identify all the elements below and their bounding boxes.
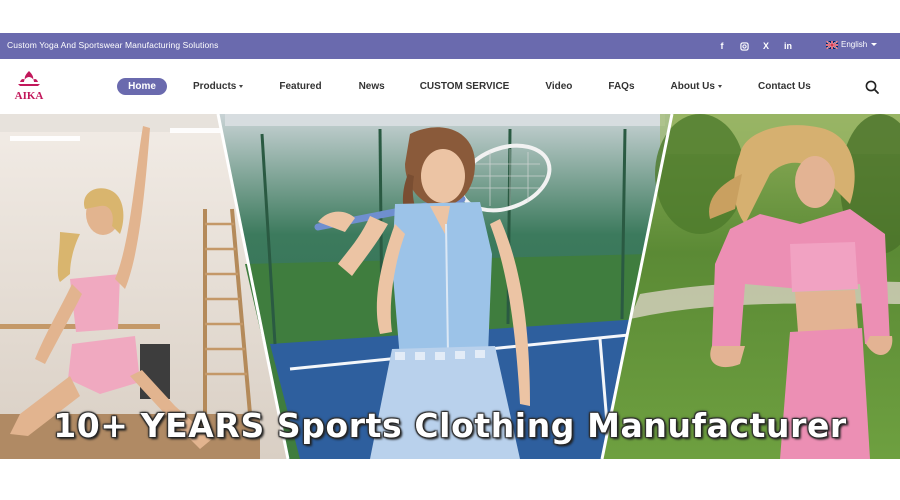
page: Custom Yoga And Sportswear Manufacturing… (0, 0, 900, 500)
top-bar: Custom Yoga And Sportswear Manufacturing… (0, 33, 900, 59)
logo-text: AIKA (15, 90, 44, 102)
uk-flag-icon (826, 40, 838, 49)
nav-featured-label: Featured (279, 81, 322, 92)
nav-faqs-label: FAQs (608, 81, 635, 92)
nav-contact-us-label: Contact Us (757, 81, 811, 92)
nav-video-label: Video (545, 81, 573, 92)
instagram-icon[interactable] (736, 38, 752, 54)
hero-banner[interactable]: 10+ YEARS Sports Clothing Manufacturer (0, 114, 900, 459)
nav-about-us-label: About Us (670, 81, 715, 92)
chevron-down-icon (239, 85, 244, 88)
facebook-icon[interactable]: f (714, 38, 730, 54)
nav-featured[interactable]: Featured (279, 78, 321, 95)
nav-video[interactable]: Video (545, 78, 572, 95)
top-tagline: Custom Yoga And Sportswear Manufacturing… (7, 40, 219, 50)
nav-faqs[interactable]: FAQs (608, 78, 634, 95)
menu: Home Products Featured News CUSTOM SERVI… (117, 78, 811, 95)
language-label: English (841, 40, 868, 49)
chevron-down-icon (871, 43, 878, 46)
nav-home-label: Home (128, 81, 156, 92)
nav-news-label: News (358, 81, 385, 92)
search-icon[interactable] (864, 79, 880, 95)
x-twitter-icon[interactable]: X (758, 38, 774, 54)
language-selector[interactable]: English (826, 40, 878, 49)
nav-news[interactable]: News (359, 78, 385, 95)
nav-custom-service[interactable]: CUSTOM SERVICE (420, 78, 510, 95)
nav-products[interactable]: Products (193, 78, 244, 95)
nav-contact-us[interactable]: Contact Us (758, 78, 811, 95)
nav-home[interactable]: Home (117, 78, 167, 95)
chevron-down-icon (717, 85, 722, 88)
linkedin-icon[interactable]: in (780, 38, 796, 54)
hero-title: 10+ YEARS Sports Clothing Manufacturer (53, 406, 847, 445)
nav-products-label: Products (193, 81, 237, 92)
nav-about-us[interactable]: About Us (671, 78, 722, 95)
main-navigation: AIKA Home Products Featured News CUSTOM … (0, 59, 900, 114)
social-links: f X in (714, 38, 802, 54)
nav-custom-service-label: CUSTOM SERVICE (419, 81, 510, 92)
aika-logo[interactable]: AIKA (12, 68, 46, 102)
